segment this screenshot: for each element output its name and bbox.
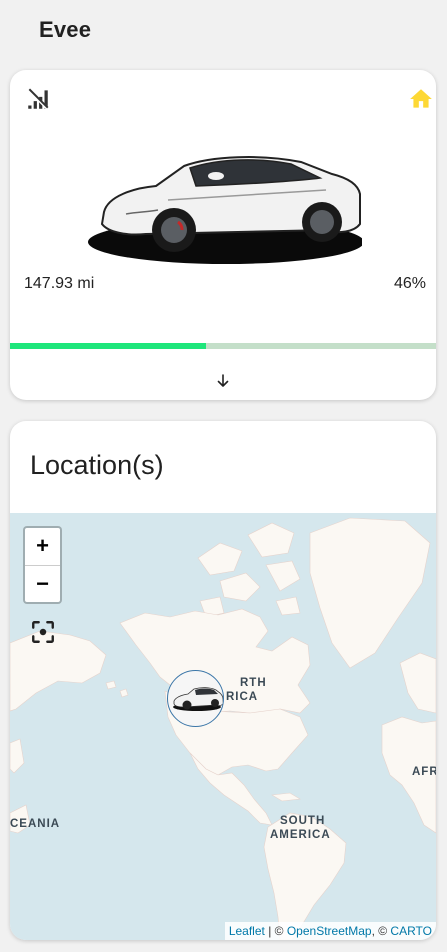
map-label-south-america-2: AMERICA	[270, 829, 331, 841]
zoom-in-button[interactable]: +	[25, 528, 60, 565]
zoom-control: + −	[23, 526, 62, 604]
battery-progress-fill	[10, 343, 206, 349]
home-icon	[410, 89, 432, 108]
map-label-north-america-2: RICA	[226, 691, 259, 703]
car-image	[88, 156, 362, 264]
car-marker-icon	[173, 687, 223, 711]
location-card: Location(s) RTH RICA SOUTH AMERICA CEANI…	[10, 421, 436, 940]
location-map[interactable]: RTH RICA SOUTH AMERICA CEANIA AFR + − Le…	[10, 513, 436, 940]
location-card-title: Location(s)	[30, 450, 164, 480]
vehicle-card: 147.93 mi 46%	[10, 70, 436, 400]
page-title: Evee	[39, 17, 92, 42]
map-label-africa: AFR	[412, 766, 436, 778]
leaflet-link[interactable]: Leaflet	[229, 924, 265, 938]
map-landmass	[10, 517, 436, 940]
expand-button[interactable]	[211, 369, 235, 393]
map-attribution: Leaflet | © OpenStreetMap, © CARTO	[224, 922, 436, 940]
attribution-carto-prefix: , ©	[371, 924, 388, 938]
fit-bounds-icon[interactable]	[30, 619, 56, 645]
carto-link[interactable]: CARTO	[390, 924, 432, 938]
battery-percent: 46%	[393, 275, 426, 292]
arrow-down-icon	[217, 374, 229, 387]
range-value: 147.93 mi	[24, 275, 95, 292]
vehicle-map-marker[interactable]	[167, 670, 224, 727]
signal-off-icon	[27, 88, 49, 110]
attribution-separator: | ©	[268, 924, 284, 938]
openstreetmap-link[interactable]: OpenStreetMap	[287, 924, 372, 938]
map-label-south-america-1: SOUTH	[280, 815, 326, 827]
battery-progress-bar	[10, 343, 436, 349]
map-label-north-america-1: RTH	[240, 677, 267, 689]
zoom-out-button[interactable]: −	[25, 565, 60, 602]
map-label-oceania: CEANIA	[10, 818, 61, 830]
